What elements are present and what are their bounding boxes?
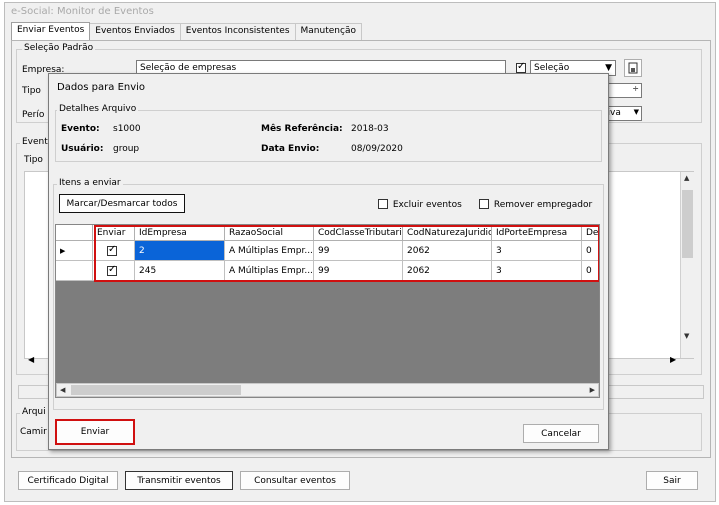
excluir-eventos-checkbox[interactable]: Excluir eventos: [378, 199, 462, 210]
chevron-left-icon: ◀: [60, 386, 66, 394]
chevron-up-icon: ▲: [684, 174, 690, 182]
marcar-desmarcar-button[interactable]: Marcar/Desmarcar todos: [59, 194, 185, 213]
row-header-corner: [56, 225, 93, 241]
selecao-dropdown-value: Seleção: [534, 63, 570, 73]
chevron-right-icon: ▶: [589, 386, 595, 394]
spinner-icon: ÷: [632, 84, 639, 93]
current-row-icon: ▶: [60, 247, 66, 255]
enviar-button[interactable]: Enviar: [55, 419, 135, 445]
dados-para-envio-dialog: Dados para Envio Detalhes Arquivo Evento…: [48, 73, 609, 450]
hscroll-thumb[interactable]: [71, 385, 241, 395]
row-selector[interactable]: ▶: [56, 241, 93, 261]
evento-value: s1000: [113, 124, 141, 134]
tipo-label: Tipo: [22, 86, 41, 96]
window-title: e-Social: Monitor de Eventos: [11, 6, 154, 17]
cancelar-button[interactable]: Cancelar: [523, 424, 599, 443]
itens-a-enviar-label: Itens a enviar: [57, 178, 123, 188]
remover-empregador-label: Remover empregador: [493, 199, 593, 210]
document-icon: [628, 62, 638, 74]
tab-manutencao[interactable]: Manutenção: [294, 23, 362, 41]
chevron-down-icon: ▼: [633, 108, 639, 116]
grid-hscroll[interactable]: ◀ ▶: [56, 383, 599, 397]
arquivo-group-label: Arqui: [20, 407, 48, 417]
evento-label: Evento:: [61, 124, 100, 134]
scroll-thumb[interactable]: [682, 190, 693, 258]
save-icon-button[interactable]: [624, 59, 642, 77]
remover-empregador-checkbox[interactable]: Remover empregador: [479, 199, 592, 210]
tab-bar: Enviar Eventos Eventos Enviados Eventos …: [11, 22, 362, 41]
chevron-down-icon: ▼: [605, 63, 612, 73]
detalhes-arquivo-group: [55, 110, 602, 162]
dialog-title: Dados para Envio: [57, 82, 146, 93]
usuario-value: group: [113, 144, 140, 154]
data-envio-value: 08/09/2020: [351, 144, 403, 154]
excluir-eventos-label: Excluir eventos: [392, 199, 462, 210]
transmitir-eventos-button[interactable]: Transmitir eventos: [125, 471, 233, 490]
eventos-group-label: Event: [20, 137, 50, 147]
itens-grid[interactable]: Enviar IdEmpresa RazaoSocial CodClasseTr…: [55, 224, 600, 398]
mes-referencia-value: 2018-03: [351, 124, 389, 134]
consultar-eventos-button[interactable]: Consultar eventos: [240, 471, 350, 490]
eventos-vscroll[interactable]: ▲ ▼: [680, 172, 694, 358]
sair-button[interactable]: Sair: [646, 471, 698, 490]
usuario-label: Usuário:: [61, 144, 104, 154]
selecao-check-icon: [516, 61, 526, 73]
caminho-label: Camir: [20, 427, 47, 437]
chevron-left-icon[interactable]: ◀: [28, 355, 34, 364]
chevron-down-icon: ▼: [684, 332, 690, 340]
selecao-padrao-label: Seleção Padrão: [22, 43, 96, 53]
chevron-right-icon[interactable]: ▶: [670, 355, 676, 364]
data-envio-label: Data Envio:: [261, 144, 320, 154]
checkbox-icon: [378, 199, 388, 209]
tab-eventos-inconsistentes[interactable]: Eventos Inconsistentes: [179, 23, 296, 41]
detalhes-arquivo-label: Detalhes Arquivo: [57, 104, 139, 114]
selecao-checkbox[interactable]: [516, 61, 526, 74]
periodo-label: Perío: [22, 110, 45, 120]
tab-enviar-eventos[interactable]: Enviar Eventos: [11, 22, 91, 41]
grid-highlight-box: [94, 225, 599, 282]
row-selector[interactable]: [56, 261, 93, 281]
checkbox-icon: [479, 199, 489, 209]
tab-eventos-enviados[interactable]: Eventos Enviados: [89, 23, 181, 41]
eventos-tipo-label: Tipo: [24, 155, 43, 165]
certificado-digital-button[interactable]: Certificado Digital: [18, 471, 118, 490]
mes-referencia-label: Mês Referência:: [261, 124, 343, 134]
